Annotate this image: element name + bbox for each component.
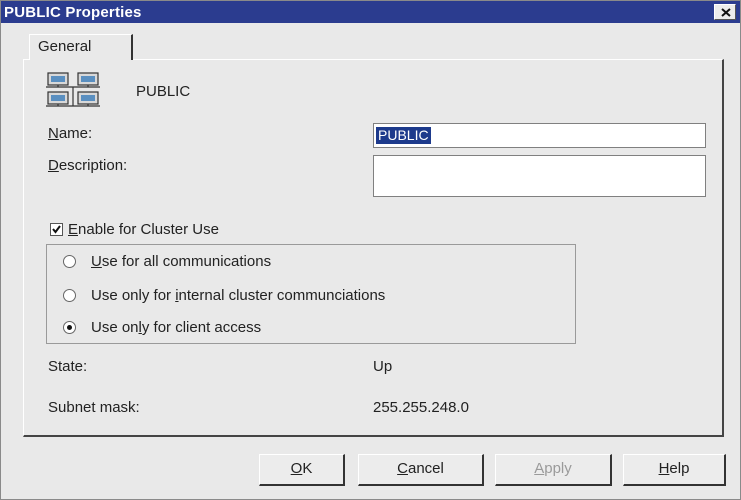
network-computers-icon [46, 72, 100, 107]
enable-cluster-label[interactable]: Enable for Cluster Use [68, 221, 219, 238]
network-name-heading: PUBLIC [136, 83, 191, 100]
name-label-rest: ame: [58, 125, 93, 142]
title-bar[interactable]: PUBLIC Properties [1, 1, 740, 23]
radio-internal-only-label[interactable]: Use only for internal cluster communciat… [91, 287, 385, 304]
name-field-value: PUBLIC [376, 127, 431, 144]
description-field[interactable] [373, 155, 706, 197]
state-value: Up [373, 358, 393, 375]
subnet-mask-label: Subnet mask: [48, 399, 140, 416]
radio-all-communications-label-rest: se for all communications [101, 253, 272, 270]
apply-button-rest: pply [544, 460, 572, 477]
close-icon [721, 8, 731, 17]
close-button[interactable] [714, 4, 736, 20]
help-button[interactable]: Help [623, 454, 726, 486]
subnet-mask-value: 255.255.248.0 [373, 399, 469, 416]
ok-button-rest: K [302, 460, 313, 477]
description-label: Description: [48, 157, 128, 174]
apply-button[interactable]: Apply [495, 454, 612, 486]
tab-general-label: General [38, 38, 92, 55]
state-label: State: [48, 358, 88, 375]
radio-all-communications-label[interactable]: Use for all communications [91, 253, 271, 270]
radio-client-access-label[interactable]: Use only for client access [91, 319, 261, 336]
checkmark-icon [52, 225, 61, 234]
enable-cluster-checkbox[interactable] [50, 223, 63, 236]
radio-all-communications[interactable] [63, 255, 76, 268]
description-label-rest: escription: [58, 157, 128, 174]
name-label: Name: [48, 125, 93, 142]
tab-general[interactable]: General [29, 34, 133, 60]
name-field[interactable]: PUBLIC [373, 123, 706, 148]
enable-cluster-label-rest: nable for Cluster Use [78, 221, 219, 238]
cancel-button-rest: ancel [407, 460, 444, 477]
help-button-rest: elp [669, 460, 690, 477]
properties-dialog: PUBLIC Properties General PUBLIC Name: P… [0, 0, 741, 500]
radio-client-access[interactable] [63, 321, 76, 334]
radio-selected-dot [67, 325, 72, 330]
cancel-button[interactable]: Cancel [358, 454, 484, 486]
window-title: PUBLIC Properties [4, 4, 142, 21]
ok-button[interactable]: OK [259, 454, 345, 486]
radio-internal-only[interactable] [63, 289, 76, 302]
